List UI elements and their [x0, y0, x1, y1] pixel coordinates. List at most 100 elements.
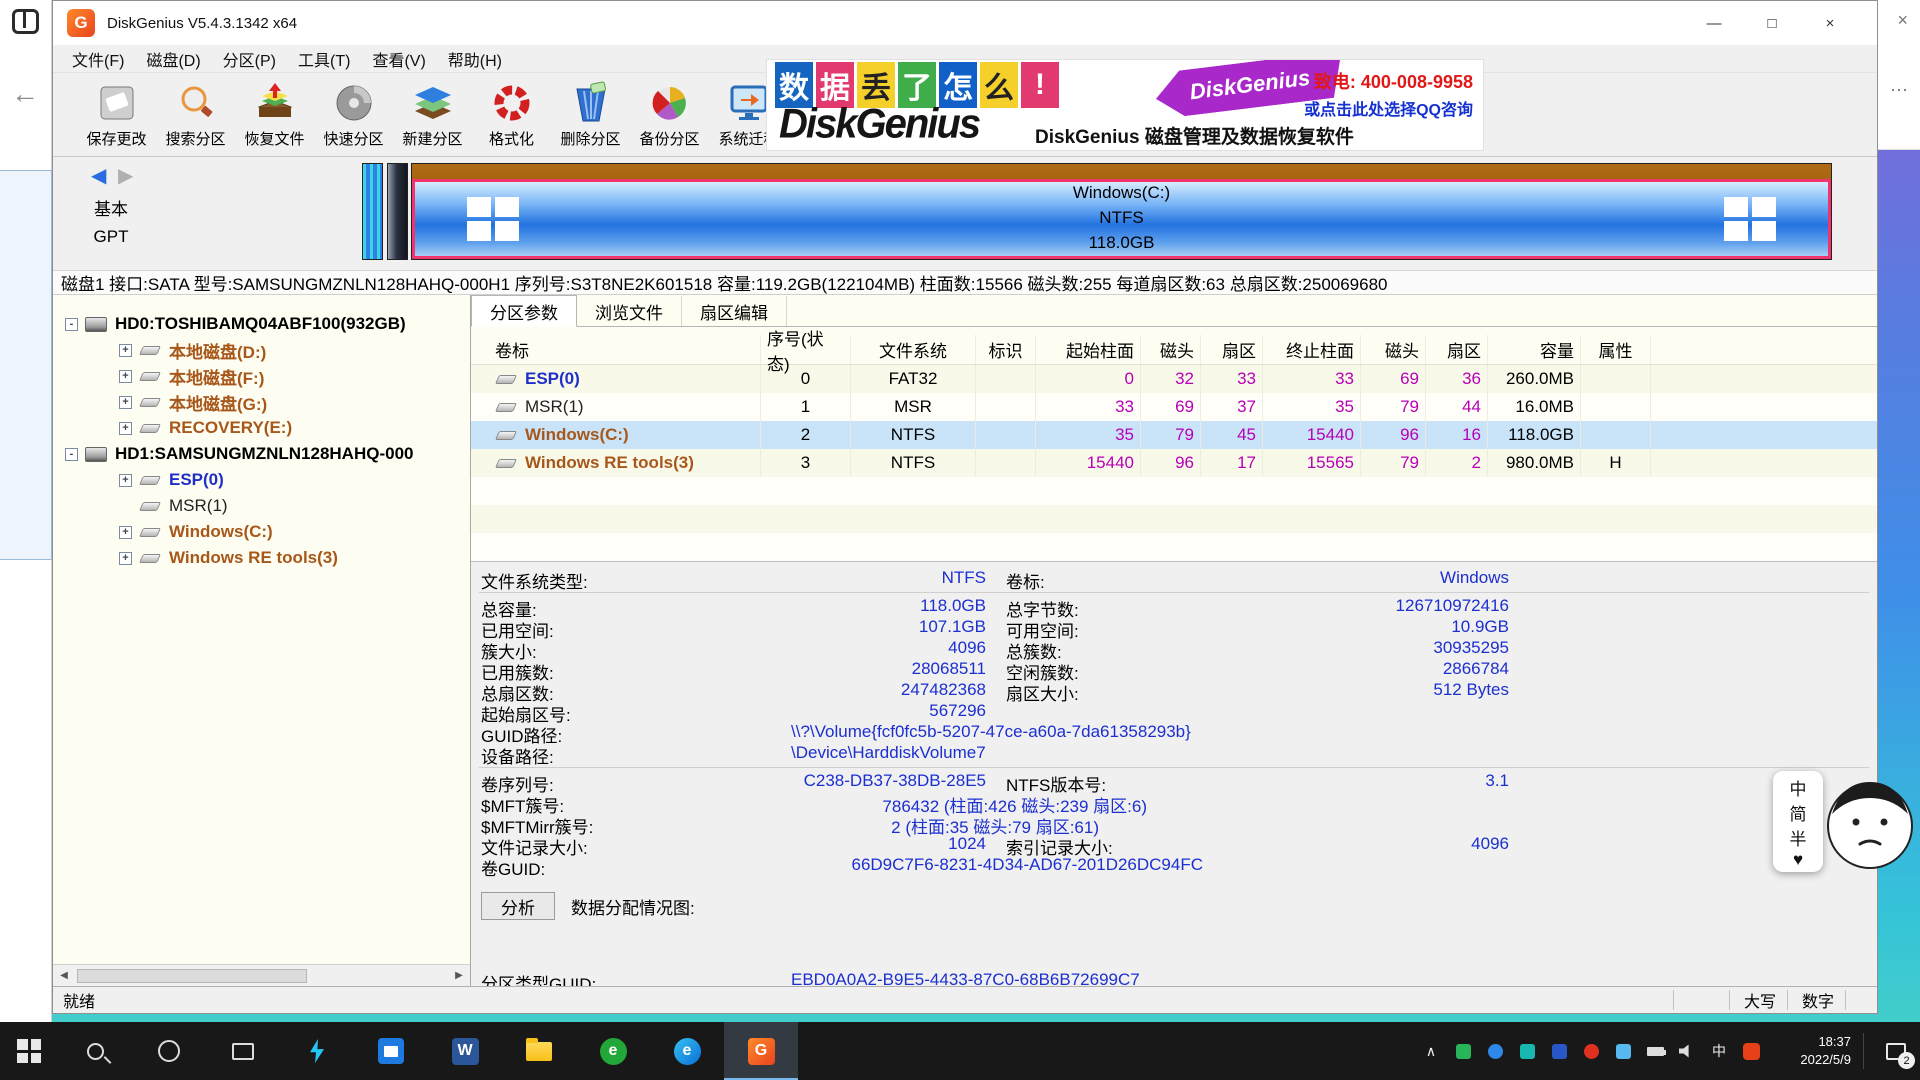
search-partition-button[interactable]: 搜索分区 [156, 73, 235, 156]
disk-prev-icon[interactable]: ◀ [91, 165, 106, 187]
back-arrow-icon[interactable]: ← [11, 78, 39, 110]
esp-partition-bar[interactable] [362, 163, 383, 260]
tree-horizontal-scrollbar[interactable]: ◀ ▶ [53, 964, 470, 986]
pinned-app-browser[interactable]: e [576, 1022, 650, 1080]
pinned-app-edge[interactable]: e [650, 1022, 724, 1080]
expand-icon[interactable]: + [119, 526, 132, 539]
tree-item-hd0[interactable]: - HD0:TOSHIBAMQ04ABF100(932GB) [53, 311, 470, 337]
sogou-icon[interactable] [1735, 1043, 1767, 1060]
tree-item-hd1[interactable]: - HD1:SAMSUNGMZNLN128HAHQ-000 [53, 441, 470, 467]
scroll-left-icon[interactable]: ◀ [53, 970, 75, 981]
analyze-button[interactable]: 分析 [481, 892, 555, 920]
volume-guid-value: 66D9C7F6-8231-4D34-AD67-201D26DC94FC [481, 855, 1203, 875]
expand-icon[interactable]: + [119, 370, 132, 383]
pinned-app-word[interactable]: W [428, 1022, 502, 1080]
battery-icon[interactable] [1639, 1047, 1671, 1056]
partition-icon [139, 502, 161, 511]
quick-partition-button[interactable]: 快速分区 [314, 73, 393, 156]
disk-next-icon[interactable]: ▶ [118, 165, 133, 187]
table-row[interactable]: MSR(1) 1 MSR 33 69 37 35 79 44 16.0MB [471, 393, 1877, 421]
tree-item-windows-c[interactable]: + Windows(C:) [53, 519, 470, 545]
collapse-icon[interactable]: - [65, 318, 78, 331]
scrollbar-thumb[interactable] [77, 969, 307, 983]
banner-phone: 致电: 400-008-9958 [1314, 68, 1473, 94]
background-more-icon[interactable]: ⋯ [1890, 80, 1908, 101]
pinned-app-store[interactable] [354, 1022, 428, 1080]
tray-expand-icon[interactable]: ∧ [1415, 1043, 1447, 1060]
num-indicator: 数字 [1787, 990, 1845, 1010]
tray-icon-red[interactable] [1575, 1044, 1607, 1059]
close-button[interactable]: × [1801, 1, 1859, 45]
tree-item-esp[interactable]: + ESP(0) [53, 467, 470, 493]
diskgenius-taskbar-button[interactable]: G [724, 1022, 798, 1080]
banner-qq-link[interactable]: 或点击此处选择QQ咨询 [1304, 96, 1473, 120]
guid-path-value: \\?\Volume{fcf0fc5b-5207-47ce-a60a-7da61… [791, 722, 1191, 742]
tree-item-local-d[interactable]: + 本地磁盘(D:) [53, 337, 470, 363]
heart-icon[interactable]: ♥ [1793, 850, 1803, 870]
start-button[interactable] [0, 1022, 58, 1080]
cortana-button[interactable] [132, 1022, 206, 1080]
tree-item-recovery-e[interactable]: + RECOVERY(E:) [53, 415, 470, 441]
taskbar-search-button[interactable] [58, 1022, 132, 1080]
expand-icon[interactable]: + [119, 396, 132, 409]
save-changes-button[interactable]: 保存更改 [77, 73, 156, 156]
volume-icon[interactable] [1671, 1044, 1703, 1058]
expand-icon[interactable]: + [119, 422, 132, 435]
table-row[interactable]: Windows RE tools(3) 3 NTFS 15440 96 17 1… [471, 449, 1877, 477]
windows-partition-bar[interactable]: Windows(C:) NTFS 118.0GB [411, 163, 1832, 260]
format-button[interactable]: 格式化 [472, 73, 551, 156]
tray-icon-blue[interactable] [1479, 1044, 1511, 1059]
menu-tools[interactable]: 工具(T) [287, 47, 361, 71]
partition-name: Windows(C:) [415, 183, 1828, 203]
divider [479, 592, 1869, 593]
table-row-empty [471, 505, 1877, 533]
backup-partition-button[interactable]: 备份分区 [630, 73, 709, 156]
maximize-button[interactable]: □ [1743, 1, 1801, 45]
tray-icon-navy[interactable] [1543, 1044, 1575, 1059]
menu-file[interactable]: 文件(F) [61, 47, 135, 71]
expand-icon[interactable]: + [119, 474, 132, 487]
tray-icon-green[interactable] [1447, 1044, 1479, 1059]
banner-ad[interactable]: 数 据 丢 了 怎 么 ! DiskGenius DiskGenius 致电: … [766, 59, 1484, 151]
partition-icon [139, 398, 161, 407]
word-icon: W [452, 1038, 479, 1065]
tab-browse-files[interactable]: 浏览文件 [577, 296, 682, 326]
tab-sector-edit[interactable]: 扇区编辑 [682, 296, 787, 326]
msr-partition-bar[interactable] [387, 163, 408, 260]
recover-files-button[interactable]: 恢复文件 [235, 73, 314, 156]
menu-help[interactable]: 帮助(H) [437, 47, 513, 71]
task-view-button[interactable] [206, 1022, 280, 1080]
menu-view[interactable]: 查看(V) [361, 47, 436, 71]
layers-icon [410, 81, 456, 125]
action-center-button[interactable]: 2 [1872, 1022, 1920, 1080]
tab-partition-params[interactable]: 分区参数 [471, 295, 577, 327]
taskbar-clock[interactable]: 18:37 2022/5/9 [1767, 1033, 1855, 1068]
minimize-button[interactable]: — [1685, 1, 1743, 45]
delete-partition-button[interactable]: 删除分区 [551, 73, 630, 156]
ime-indicator[interactable]: 中 [1703, 1041, 1735, 1061]
file-explorer-button[interactable] [502, 1022, 576, 1080]
table-row[interactable]: ESP(0) 0 FAT32 0 32 33 33 69 36 260.0MB [471, 365, 1877, 393]
pie-icon [647, 81, 693, 125]
menu-disk[interactable]: 磁盘(D) [135, 47, 211, 71]
tray-icon-teal[interactable] [1511, 1044, 1543, 1059]
tree-item-windows-re[interactable]: + Windows RE tools(3) [53, 545, 470, 571]
banner-logo-text: DiskGenius [779, 101, 979, 148]
expand-icon[interactable]: + [119, 552, 132, 565]
notification-badge: 2 [1898, 1052, 1915, 1069]
tray-icon-sky[interactable] [1607, 1044, 1639, 1059]
pinned-app-bolt[interactable] [280, 1022, 354, 1080]
tree-item-local-f[interactable]: + 本地磁盘(F:) [53, 363, 470, 389]
disk-icon [85, 447, 107, 462]
menu-partition[interactable]: 分区(P) [212, 47, 287, 71]
expand-icon[interactable]: + [119, 344, 132, 357]
tree-item-msr[interactable]: MSR(1) [53, 493, 470, 519]
ime-floating-bar[interactable]: 中 简 半 ♥ [1773, 771, 1823, 872]
collapse-icon[interactable]: - [65, 448, 78, 461]
tree-item-local-g[interactable]: + 本地磁盘(G:) [53, 389, 470, 415]
background-close-icon[interactable]: × [1897, 10, 1908, 31]
scroll-right-icon[interactable]: ▶ [448, 970, 470, 981]
table-row-selected[interactable]: Windows(C:) 2 NTFS 35 79 45 15440 96 16 … [471, 421, 1877, 449]
new-partition-button[interactable]: 新建分区 [393, 73, 472, 156]
fs-type-value: NTFS [481, 568, 986, 588]
